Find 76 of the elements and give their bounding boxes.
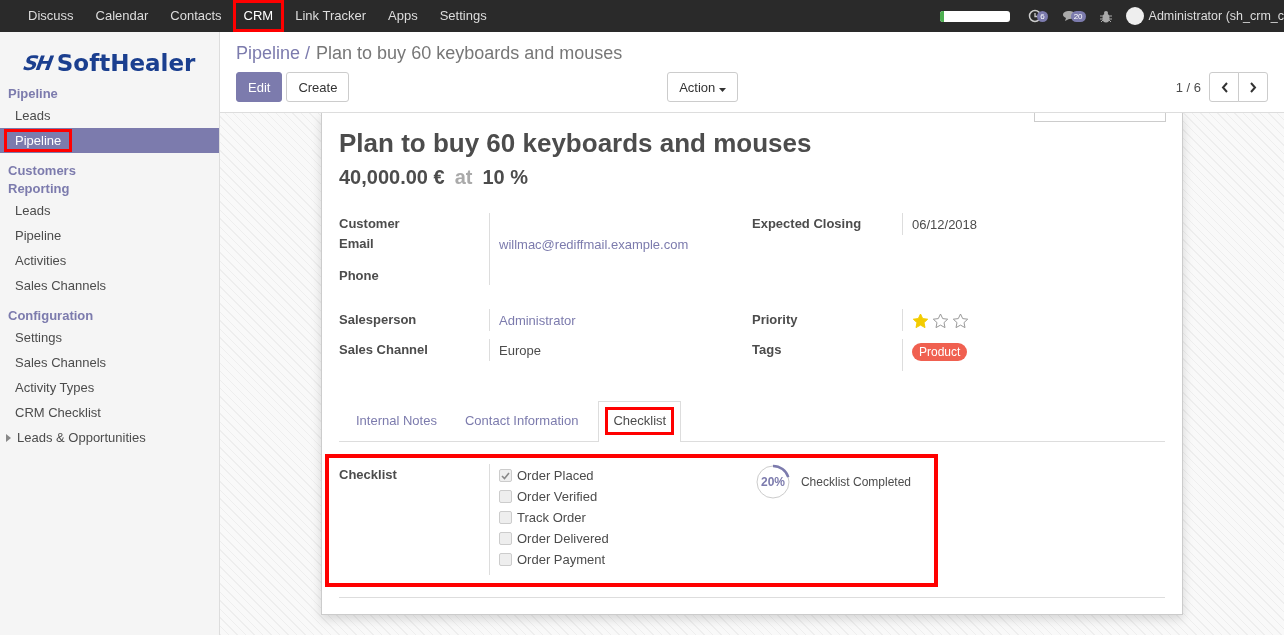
tab[interactable]: Contact Information bbox=[450, 401, 593, 442]
menu-link[interactable]: Settings bbox=[428, 0, 498, 32]
activity-count-badge: 6 bbox=[1037, 10, 1048, 22]
checkbox[interactable] bbox=[499, 532, 512, 545]
sidebar-item[interactable]: Pipeline bbox=[0, 128, 219, 153]
sidebar-item[interactable]: Leads & Opportunities bbox=[17, 430, 146, 445]
user-menu[interactable]: Administrator (sh_crm_c bbox=[1148, 9, 1284, 23]
sidebar-item[interactable]: Leads bbox=[0, 198, 219, 223]
progress-caption: Checklist Completed bbox=[800, 475, 911, 489]
bug-icon[interactable] bbox=[1099, 9, 1112, 23]
sidebar-item[interactable]: Settings bbox=[0, 325, 219, 350]
menu-link[interactable]: Contacts bbox=[159, 0, 233, 32]
caret-icon bbox=[718, 87, 726, 92]
field-link[interactable]: willmac@rediffmail.example.com bbox=[499, 237, 689, 252]
sidebar-item[interactable]: CRM Checklist bbox=[0, 400, 219, 425]
checkbox-label: Order Delivered bbox=[517, 531, 609, 546]
edit-button[interactable]: Edit bbox=[236, 72, 283, 102]
empty-star-icon[interactable] bbox=[932, 313, 949, 329]
field-label: Customer bbox=[339, 215, 401, 233]
field-link[interactable]: Administrator bbox=[499, 313, 576, 328]
empty-star-icon[interactable] bbox=[952, 313, 969, 329]
sidebar-item[interactable]: Sales Channels bbox=[0, 273, 219, 298]
tab[interactable]: Internal Notes bbox=[342, 401, 451, 442]
caret-right-icon[interactable] bbox=[5, 433, 11, 442]
sidebar-item[interactable]: Activity Types bbox=[0, 375, 219, 400]
avatar[interactable] bbox=[1125, 7, 1144, 25]
sidebar-item[interactable]: Pipeline bbox=[0, 223, 219, 248]
menu-link[interactable]: Discuss bbox=[17, 0, 85, 32]
sidebar-section-title: Configuration bbox=[7, 307, 95, 325]
breadcrumb-link[interactable]: Pipeline / bbox=[236, 42, 311, 64]
chevron-right-icon bbox=[1249, 81, 1257, 93]
checkbox[interactable] bbox=[499, 490, 512, 503]
probability: 10 % bbox=[482, 166, 529, 189]
tab[interactable]: Checklist bbox=[598, 401, 682, 442]
filled-star-icon[interactable] bbox=[912, 313, 929, 329]
expected-revenue: 40,000.00 € bbox=[339, 166, 445, 189]
field-label: Phone bbox=[339, 267, 380, 285]
checkbox-label: Order Placed bbox=[517, 468, 594, 483]
sidebar-section-title: Customers bbox=[7, 162, 77, 180]
menu-link[interactable]: Apps bbox=[377, 0, 429, 32]
checkbox[interactable] bbox=[499, 469, 512, 482]
progress-bar bbox=[940, 10, 1011, 22]
sidebar-item[interactable]: Leads bbox=[0, 103, 219, 128]
sidebar-section-title: Pipeline bbox=[7, 85, 59, 103]
checkbox[interactable] bbox=[499, 553, 512, 566]
progress-circle: 20% bbox=[754, 464, 791, 500]
field-label: Priority bbox=[752, 311, 799, 329]
action-button[interactable]: Action bbox=[667, 72, 738, 102]
field-value: 06/12/2018 bbox=[912, 217, 978, 232]
checkbox-label: Order Payment bbox=[517, 552, 606, 567]
checkbox-label: Track Order bbox=[517, 510, 586, 525]
field-label: Tags bbox=[752, 341, 783, 359]
field-label: Expected Closing bbox=[752, 215, 863, 233]
message-count-badge: 20 bbox=[1070, 10, 1086, 22]
field-label: Sales Channel bbox=[339, 341, 429, 359]
checkbox[interactable] bbox=[499, 511, 512, 524]
field-label: Salesperson bbox=[339, 311, 418, 329]
field-label: Email bbox=[339, 235, 375, 253]
menu-link[interactable]: CRM bbox=[232, 0, 285, 32]
field-label: Checklist bbox=[339, 466, 398, 484]
sidebar-item[interactable]: Activities bbox=[0, 248, 219, 273]
pager-value: 1 / 6 bbox=[1175, 79, 1201, 95]
previous-button[interactable] bbox=[1209, 72, 1239, 102]
sidebar-item[interactable]: Sales Channels bbox=[0, 350, 219, 375]
record-title: Plan to buy 60 keyboards and mouses bbox=[339, 127, 813, 160]
checkbox-label: Order Verified bbox=[517, 489, 598, 504]
at-label: at bbox=[454, 166, 473, 189]
breadcrumb-current: Plan to buy 60 keyboards and mouses bbox=[316, 42, 623, 64]
chevron-left-icon bbox=[1220, 81, 1228, 93]
create-button[interactable]: Create bbox=[286, 72, 350, 102]
menu-link[interactable]: Calendar bbox=[84, 0, 160, 32]
field-value: Europe bbox=[499, 343, 541, 358]
next-button[interactable] bbox=[1238, 72, 1268, 102]
menu-link[interactable]: Link Tracker bbox=[284, 0, 377, 32]
company-logo: SH SoftHealer bbox=[20, 48, 197, 78]
sidebar-section-title: Reporting bbox=[7, 180, 71, 198]
